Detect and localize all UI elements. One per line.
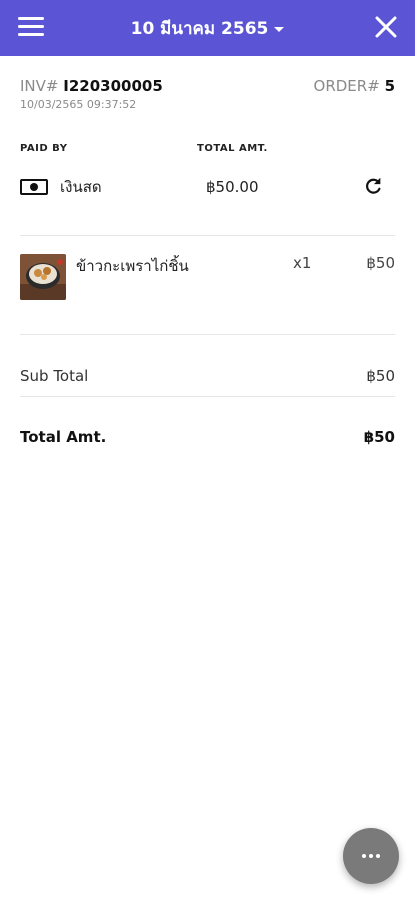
payment-row: เงินสด ฿50.00 <box>20 175 395 199</box>
list-item[interactable]: ข้าวกะเพราไก่ชิ้น x1 ฿50 <box>20 254 395 302</box>
food-thumbnail <box>20 254 66 300</box>
page-title: 10 มีนาคม 2565 <box>130 18 269 39</box>
subtotal-row: Sub Total ฿50 <box>20 367 395 385</box>
payment-method: เงินสด <box>60 178 102 196</box>
total-amt-header: TOTAL AMT. <box>197 143 268 154</box>
paid-by-header: PAID BY <box>20 143 68 154</box>
close-icon[interactable] <box>373 14 399 40</box>
item-qty: x1 <box>293 254 312 272</box>
total-value: ฿50 <box>363 428 395 446</box>
total-row: Total Amt. ฿50 <box>20 428 395 446</box>
caret-down-icon <box>274 26 285 32</box>
total-label: Total Amt. <box>20 428 107 446</box>
more-options-icon[interactable] <box>343 828 399 884</box>
cash-icon <box>20 179 48 195</box>
payment-amount: ฿50.00 <box>206 178 259 196</box>
hamburger-menu-icon[interactable] <box>18 17 44 39</box>
invoice-datetime: 10/03/2565 09:37:52 <box>20 98 137 111</box>
top-app-bar: 10 มีนาคม 2565 <box>0 0 415 56</box>
invoice-info: INV# I220300005 ORDER# 5 10/03/2565 09:3… <box>20 77 395 111</box>
subtotal-value: ฿50 <box>366 367 395 385</box>
item-price: ฿50 <box>366 254 395 272</box>
refresh-icon[interactable] <box>362 175 384 197</box>
subtotal-label: Sub Total <box>20 367 89 385</box>
divider <box>20 396 395 397</box>
divider <box>20 334 395 335</box>
invoice-number: INV# I220300005 <box>20 77 163 95</box>
order-number: ORDER# 5 <box>313 77 395 95</box>
item-name: ข้าวกะเพราไก่ชิ้น <box>76 257 189 275</box>
date-selector[interactable]: 10 มีนาคม 2565 <box>131 15 285 42</box>
divider <box>20 235 395 236</box>
